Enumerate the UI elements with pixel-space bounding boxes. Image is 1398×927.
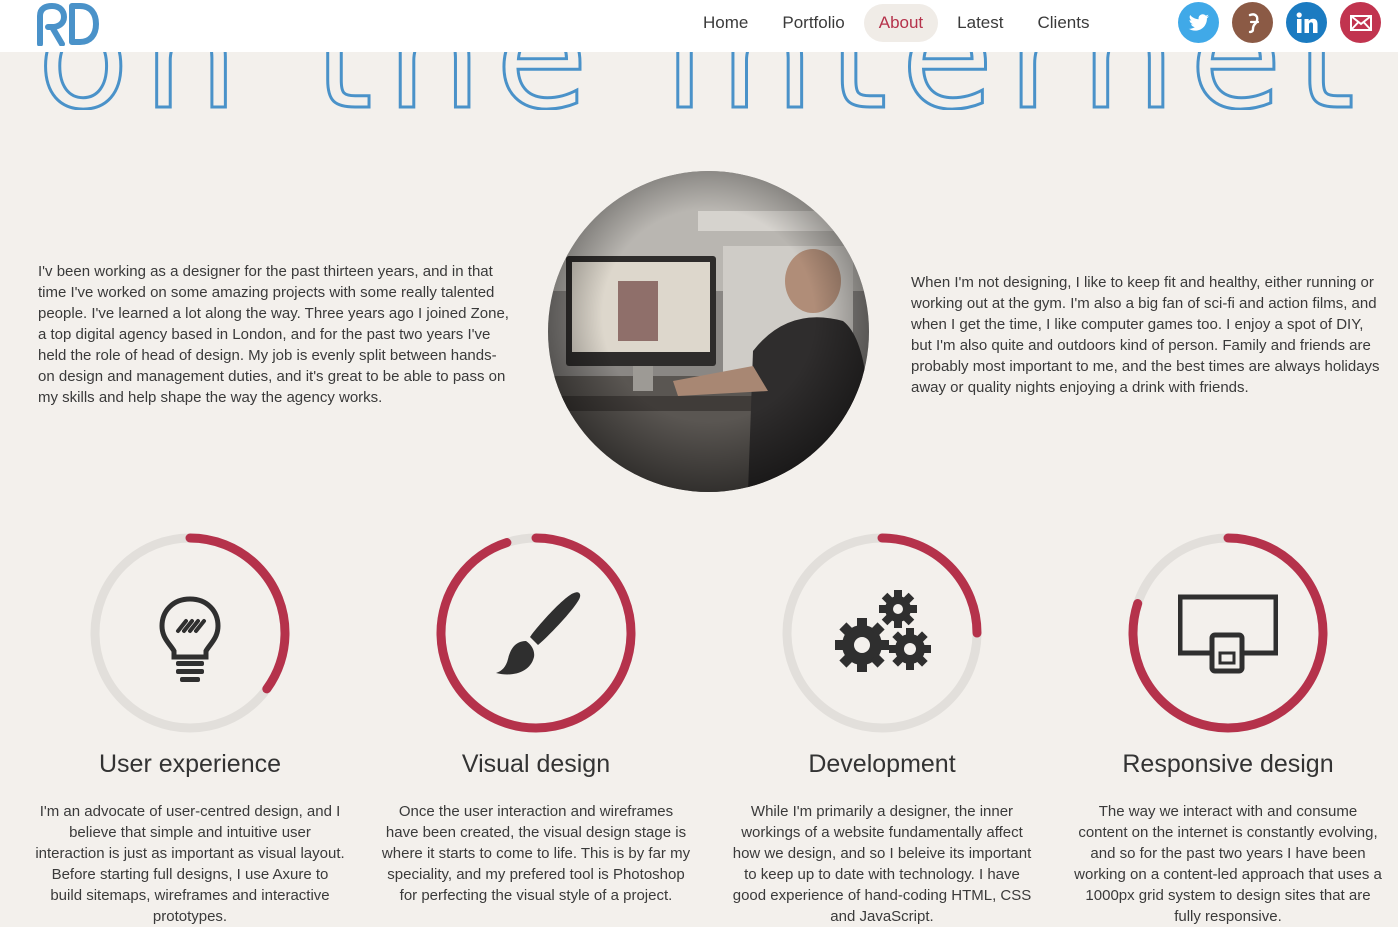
nav-latest[interactable]: Latest <box>942 4 1018 42</box>
lightbulb-icon <box>159 596 221 682</box>
social-links <box>1178 2 1381 43</box>
intro-text-right: When I'm not designing, I like to keep f… <box>911 274 1380 396</box>
skill-description: The way we interact with and consume con… <box>1074 803 1382 925</box>
skill-title: Responsive design <box>1122 750 1334 778</box>
forrst-icon[interactable] <box>1232 2 1273 43</box>
rd-logo-icon[interactable] <box>36 2 100 46</box>
email-icon[interactable] <box>1340 2 1381 43</box>
skill-visual-design: Visual design Once the user interaction … <box>371 532 701 906</box>
nav-about[interactable]: About <box>863 4 939 42</box>
intro-text-left: I'v been working as a designer for the p… <box>38 263 509 406</box>
portrait-photo <box>548 171 869 492</box>
skill-title: Development <box>808 750 956 778</box>
skill-ring <box>781 532 983 734</box>
site-header: Home Portfolio About Latest Clients <box>0 0 1398 52</box>
skill-ring <box>435 532 637 734</box>
skill-title: User experience <box>98 750 282 778</box>
nav-portfolio[interactable]: Portfolio <box>767 4 859 42</box>
gears-icon <box>835 590 931 672</box>
twitter-icon[interactable] <box>1178 2 1219 43</box>
skill-user-experience: User experience I'm an advocate of user-… <box>25 532 355 927</box>
skill-title: Visual design <box>461 750 611 778</box>
skill-description: Once the user interaction and wireframes… <box>381 803 691 904</box>
responsive-devices-icon <box>1178 594 1278 674</box>
skill-ring <box>1127 532 1329 734</box>
nav-clients[interactable]: Clients <box>1022 4 1104 42</box>
nav-home[interactable]: Home <box>688 4 763 42</box>
skill-development: Development While I'm primarily a design… <box>717 532 1047 927</box>
linkedin-icon[interactable] <box>1286 2 1327 43</box>
paintbrush-icon <box>496 592 581 675</box>
main-nav: Home Portfolio About Latest Clients <box>688 4 1104 42</box>
skill-description: I'm an advocate of user-centred design, … <box>35 803 345 925</box>
skill-ring <box>89 532 291 734</box>
skill-responsive-design: Responsive design The way we interact wi… <box>1063 532 1393 927</box>
skill-description: While I'm primarily a designer, the inne… <box>732 803 1032 925</box>
